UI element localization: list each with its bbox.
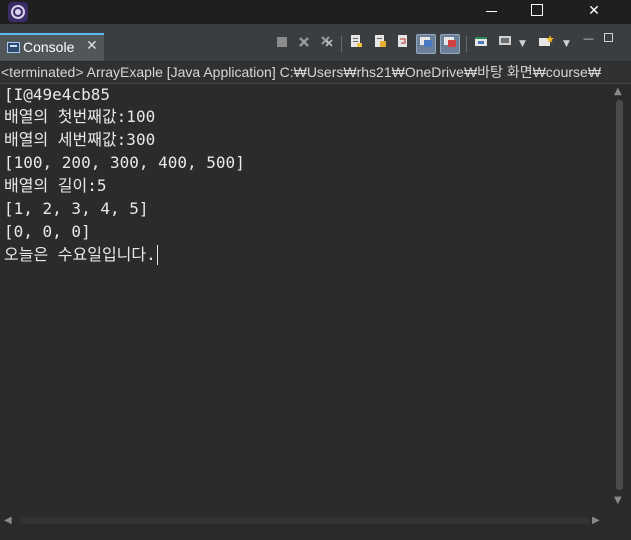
console-icon: [7, 42, 20, 53]
remove-launch-button[interactable]: [294, 34, 314, 54]
word-wrap-icon: [398, 35, 407, 47]
terminate-icon: [277, 37, 287, 47]
scrollbar-corner: [607, 509, 631, 533]
tab-console[interactable]: Console ✕: [0, 33, 104, 61]
remove-all-terminated-button[interactable]: [317, 34, 337, 54]
console-output[interactable]: [I@49e4cb85 배열의 첫번째값:100 배열의 세번째값:300 [1…: [0, 84, 607, 509]
bottom-edge: [0, 533, 631, 540]
scroll-right-arrow-icon[interactable]: ▶: [592, 515, 600, 526]
view-maximize-button[interactable]: [604, 33, 613, 42]
remove-launch-icon: [299, 37, 309, 47]
title-bar: ✕: [0, 0, 631, 24]
pin-console-icon: [475, 37, 487, 46]
display-selected-console-icon: [499, 36, 511, 45]
clear-console-icon: [351, 35, 362, 47]
vertical-scrollbar[interactable]: ▲ ▼: [607, 84, 631, 509]
tab-console-label: Console: [23, 39, 75, 55]
terminate-button[interactable]: [272, 34, 292, 54]
open-console-dropdown-icon[interactable]: ▼: [563, 34, 570, 54]
scroll-down-arrow-icon[interactable]: ▼: [614, 495, 622, 506]
close-window-button[interactable]: ✕: [571, 0, 617, 24]
display-selected-console-button[interactable]: [495, 34, 515, 54]
remove-all-terminated-icon: [321, 36, 333, 47]
console-line: [1, 2, 3, 4, 5]: [4, 199, 149, 218]
open-console-icon: [539, 35, 554, 46]
console-line: [I@49e4cb85: [4, 85, 110, 104]
eclipse-logo-icon: [8, 2, 28, 22]
open-console-button[interactable]: [536, 34, 556, 54]
horizontal-scrollbar[interactable]: ◀ ▶: [0, 509, 607, 533]
maximize-icon: [531, 4, 543, 16]
scroll-lock-button[interactable]: [370, 34, 390, 54]
show-console-on-stderr-button[interactable]: [440, 34, 460, 54]
console-line: 오늘은 수요일입니다.: [4, 245, 156, 264]
view-minimize-button[interactable]: —: [583, 32, 594, 45]
text-caret: [156, 245, 158, 265]
console-description: <terminated> ArrayExaple [Java Applicati…: [0, 62, 631, 84]
maximize-button[interactable]: [514, 0, 560, 24]
pin-console-button[interactable]: [471, 34, 491, 54]
console-line: 배열의 세번째값:300: [4, 130, 156, 149]
scroll-left-arrow-icon[interactable]: ◀: [4, 515, 12, 526]
toolbar-separator: [341, 36, 342, 52]
scroll-up-arrow-icon[interactable]: ▲: [614, 86, 622, 97]
show-console-on-stdout-icon: [420, 37, 432, 47]
toolbar-separator: [466, 36, 467, 52]
word-wrap-button[interactable]: [393, 34, 413, 54]
console-line: 배열의 첫번째값:100: [4, 107, 156, 126]
console-line: 배열의 길이:5: [4, 176, 107, 195]
display-console-dropdown-icon[interactable]: ▼: [519, 34, 526, 54]
console-line: [0, 0, 0]: [4, 222, 91, 241]
show-console-on-stdout-button[interactable]: [416, 34, 436, 54]
clear-console-button[interactable]: [346, 34, 366, 54]
console-line: [100, 200, 300, 400, 500]: [4, 153, 245, 172]
horizontal-scroll-thumb[interactable]: [20, 517, 590, 524]
minimize-icon: [485, 10, 497, 12]
vertical-scroll-thumb[interactable]: [616, 100, 623, 490]
show-console-on-stderr-icon: [444, 37, 456, 47]
minimize-button[interactable]: [468, 0, 514, 24]
tab-close-button[interactable]: ✕: [86, 38, 98, 54]
scroll-lock-icon: [375, 35, 386, 47]
